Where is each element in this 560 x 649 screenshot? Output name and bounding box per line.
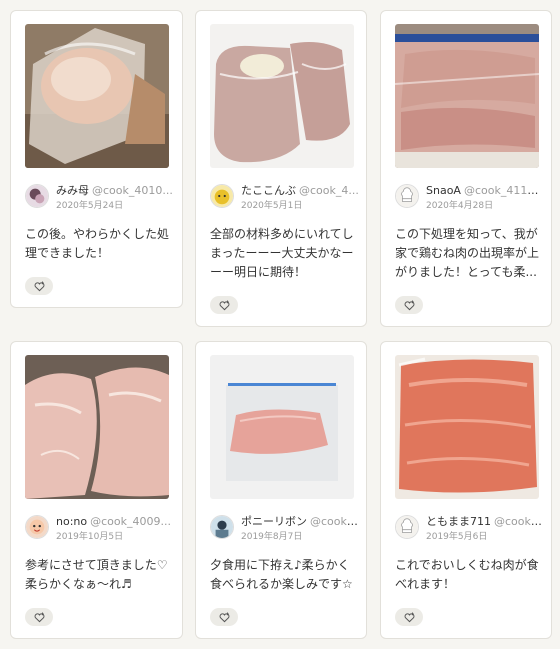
like-button[interactable] (395, 608, 423, 626)
photo-card-3[interactable]: SnaoA @cook_4110... 2020年4月28日 この下処理を知って、… (380, 10, 552, 327)
author-name[interactable]: ポニーリボン (241, 515, 307, 528)
user-avatar[interactable] (395, 184, 419, 208)
photo-card-1[interactable]: みみ母 @cook_4010... 2020年5月24日 この後。やわらかくした処… (10, 10, 183, 308)
author-id: @cook_4... (299, 184, 359, 197)
photo-card-5[interactable]: ポニーリボン @cook_... 2019年8月7日 夕食用に下拵え♪柔らかく食べ… (195, 341, 367, 639)
author-name[interactable]: たここんぶ (241, 184, 296, 197)
author-name-line[interactable]: no:no @cook_4009... (56, 515, 174, 529)
recipe-photo[interactable] (210, 24, 354, 168)
recipe-photo[interactable] (25, 355, 169, 499)
user-avatar[interactable] (25, 184, 49, 208)
like-button[interactable] (210, 608, 238, 626)
author-name[interactable]: ともまま711 (426, 515, 491, 528)
comment-text: 全部の材料多めにいれてしまったーーー大丈夫かなーーー明日に期待！ (210, 227, 354, 279)
author-name-line[interactable]: たここんぶ @cook_4... (241, 184, 359, 198)
author-name-line[interactable]: ポニーリボン @cook_... (241, 515, 359, 529)
heart-plus-icon (34, 281, 44, 291)
user-avatar[interactable] (25, 515, 49, 539)
author-name[interactable]: no:no (56, 515, 87, 528)
like-button[interactable] (25, 608, 53, 626)
author-name[interactable]: SnaoA (426, 184, 461, 197)
author-id: @cook_4009... (90, 515, 171, 528)
post-date: 2019年10月5日 (56, 532, 124, 542)
recipe-photo[interactable] (395, 24, 539, 168)
author-id: @cook_... (310, 515, 359, 528)
heart-plus-icon (404, 300, 414, 310)
heart-plus-icon (219, 612, 229, 622)
post-date: 2020年5月24日 (56, 201, 124, 211)
user-avatar[interactable] (395, 515, 419, 539)
heart-plus-icon (219, 300, 229, 310)
user-avatar[interactable] (210, 184, 234, 208)
photo-card-4[interactable]: no:no @cook_4009... 2019年10月5日 参考にさせて頂きまし… (10, 341, 183, 639)
author-id: @cook_4110... (463, 184, 544, 197)
comment-text: 参考にさせて頂きました♡柔らかくなぁ〜れ♬ (25, 558, 168, 591)
chef-hat-icon (396, 516, 418, 538)
heart-plus-icon (404, 612, 414, 622)
author-name-line[interactable]: ともまま711 @cook_... (426, 515, 544, 529)
post-date: 2020年5月1日 (241, 201, 303, 211)
user-avatar[interactable] (210, 515, 234, 539)
comment-text: これでおいしくむね肉が食べれます！ (395, 558, 539, 591)
photo-card-2[interactable]: たここんぶ @cook_4... 2020年5月1日 全部の材料多めにいれてしまっ… (195, 10, 367, 327)
post-date: 2019年5月6日 (426, 532, 488, 542)
author-id: @cook_4010... (92, 184, 173, 197)
like-button[interactable] (395, 296, 423, 314)
comment-text: この下処理を知って、我が家で鶏むね肉の出現率が上がりました！とっても柔... (395, 227, 540, 279)
comment-text: 夕食用に下拵え♪柔らかく食べられるか楽しみです☆ (210, 558, 353, 591)
like-button[interactable] (25, 277, 53, 295)
like-button[interactable] (210, 296, 238, 314)
recipe-photo[interactable] (210, 355, 354, 499)
post-date: 2020年4月28日 (426, 201, 494, 211)
author-name[interactable]: みみ母 (56, 184, 89, 197)
photo-card-6[interactable]: ともまま711 @cook_... 2019年5月6日 これでおいしくむね肉が食べ… (380, 341, 552, 639)
recipe-photo[interactable] (395, 355, 539, 499)
heart-plus-icon (34, 612, 44, 622)
author-id: @cook_... (494, 515, 544, 528)
post-date: 2019年8月7日 (241, 532, 303, 542)
comment-text: この後。やわらかくした処理できました！ (25, 227, 170, 260)
author-name-line[interactable]: みみ母 @cook_4010... (56, 184, 174, 198)
recipe-photo[interactable] (25, 24, 169, 168)
chef-hat-icon (396, 185, 418, 207)
author-name-line[interactable]: SnaoA @cook_4110... (426, 184, 544, 198)
